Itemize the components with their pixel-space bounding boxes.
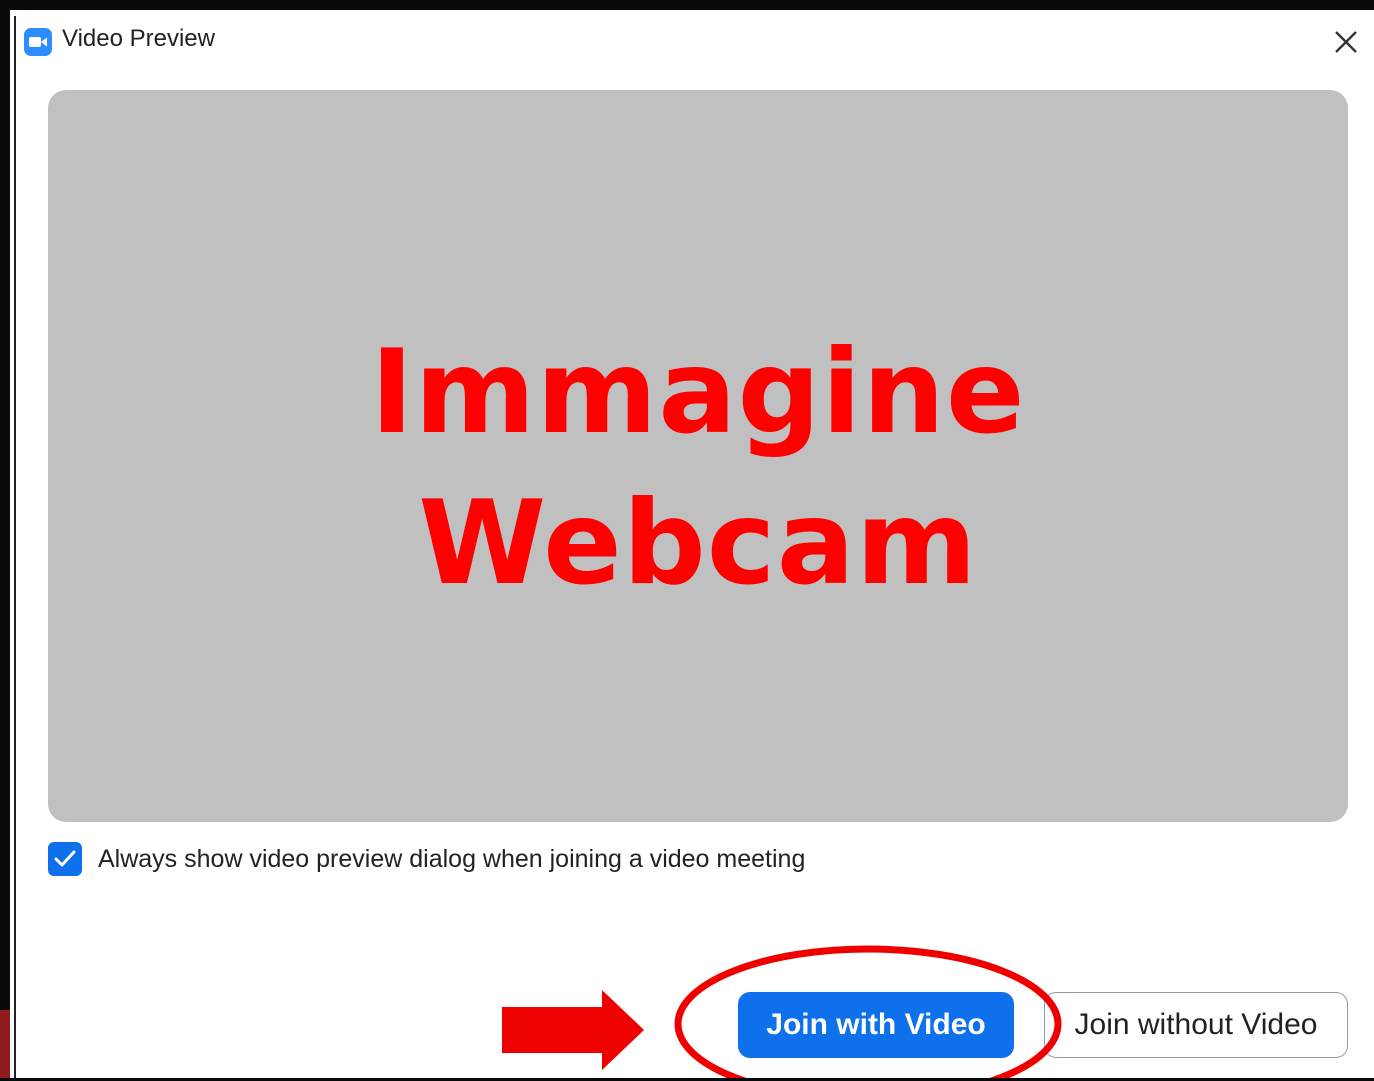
close-icon bbox=[1335, 31, 1357, 53]
screenshot-frame-top bbox=[0, 0, 1374, 10]
checkmark-icon bbox=[54, 850, 76, 867]
always-show-preview-label[interactable]: Always show video preview dialog when jo… bbox=[98, 845, 805, 874]
video-preview-dialog: Video Preview Immagine Webcam Always sho… bbox=[14, 16, 1374, 1078]
always-show-preview-checkbox[interactable] bbox=[48, 842, 82, 876]
join-with-video-button[interactable]: Join with Video bbox=[738, 992, 1014, 1058]
join-without-video-button[interactable]: Join without Video bbox=[1044, 992, 1348, 1058]
preview-overlay-text-line-2: Webcam bbox=[418, 476, 978, 611]
zoom-camera-icon bbox=[24, 28, 52, 56]
title-bar: Video Preview bbox=[16, 16, 1374, 68]
video-preview-area: Immagine Webcam bbox=[48, 90, 1348, 822]
window-title: Video Preview bbox=[62, 25, 215, 52]
preview-overlay-text-line-1: Immagine bbox=[370, 325, 1026, 460]
close-button[interactable] bbox=[1328, 24, 1364, 60]
screenshot-frame-left bbox=[0, 0, 10, 1081]
screenshot-frame-accent bbox=[0, 1010, 10, 1081]
